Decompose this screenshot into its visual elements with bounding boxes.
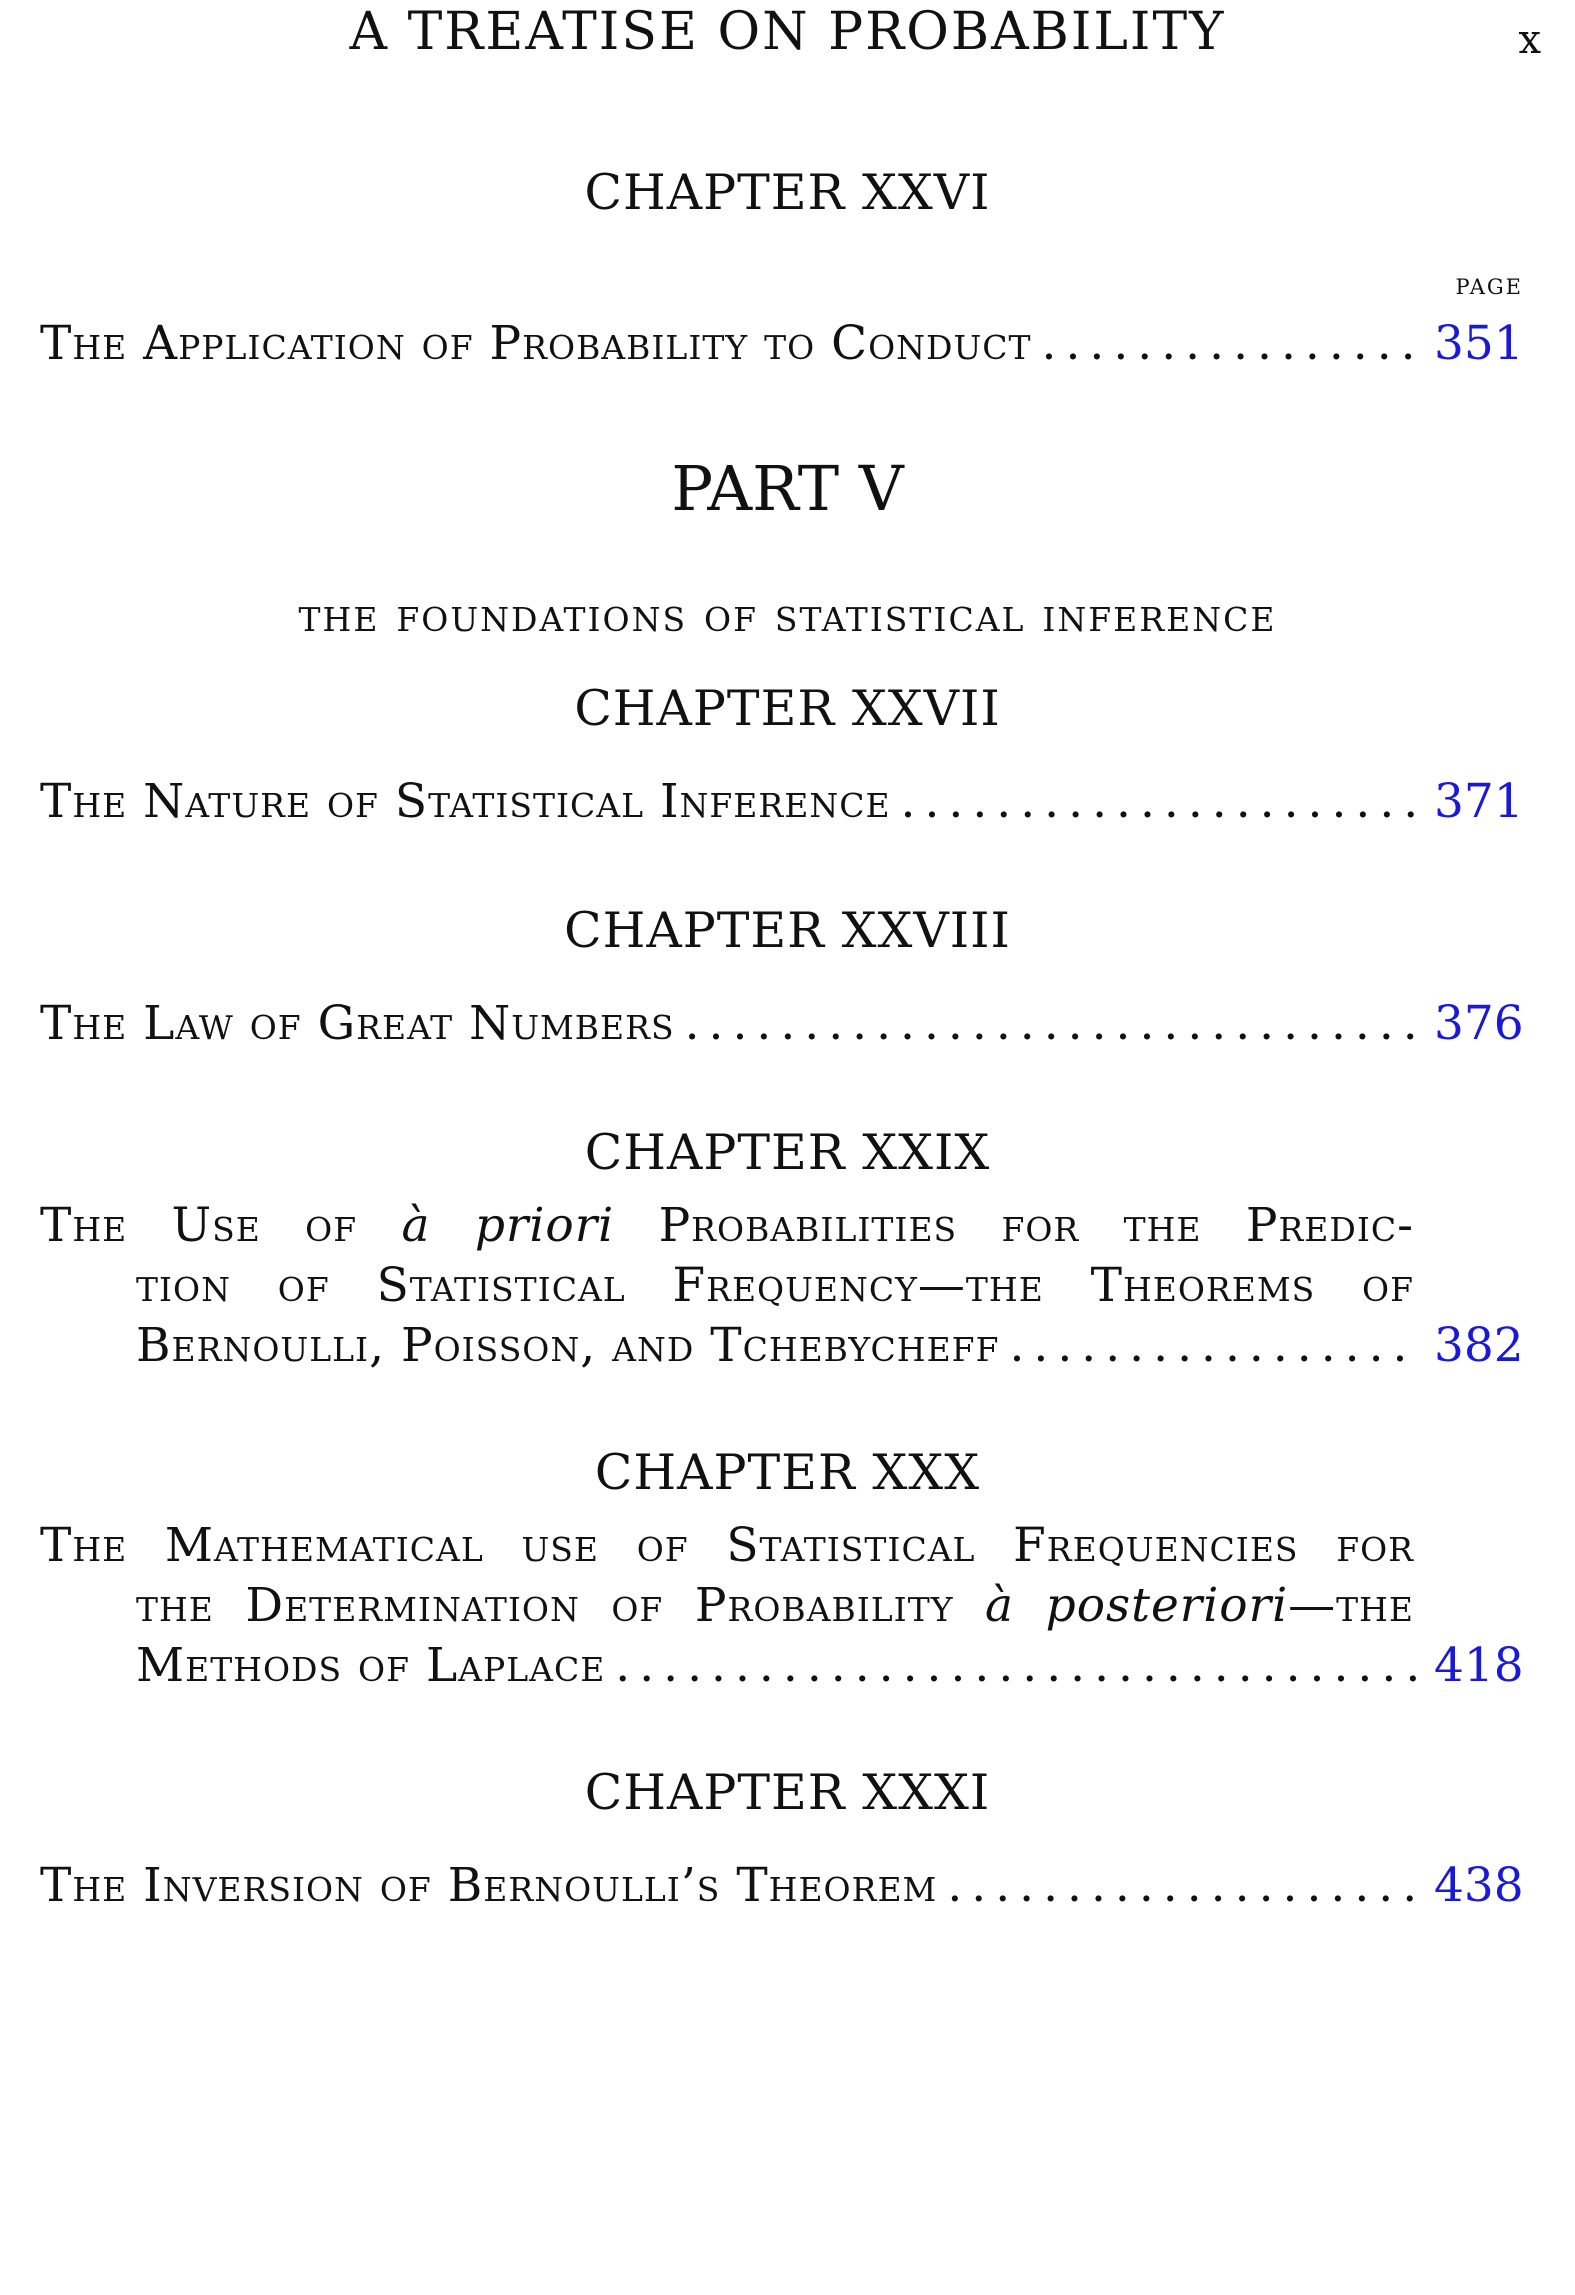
dot-leader — [901, 772, 1416, 832]
chapter-heading: CHAPTER XXVII — [574, 680, 1001, 737]
dot-leader — [685, 994, 1416, 1054]
toc-entry: The Use of à priori Probabilities for th… — [40, 1196, 1524, 1376]
chapter-heading: CHAPTER XXIX — [584, 1124, 991, 1181]
part-heading: PART V — [671, 452, 904, 525]
entry-title-line: The Mathematical use of Statistical Freq… — [40, 1518, 1414, 1573]
page-link[interactable]: 418 — [1434, 1636, 1524, 1696]
entry-text: —the — [1288, 1578, 1414, 1633]
chapter-heading: CHAPTER XXX — [594, 1444, 981, 1501]
page-link[interactable]: 438 — [1434, 1856, 1524, 1916]
page-link[interactable]: 376 — [1434, 994, 1524, 1054]
running-title: A TREATISE ON PROBABILITY — [349, 2, 1226, 62]
entry-title: The Law of Great Numbers — [40, 996, 675, 1051]
toc-entry: The Law of Great Numbers 376 — [40, 994, 1524, 1054]
page-number: x — [1518, 17, 1541, 63]
entry-title-line: the Determination of Probability à poste… — [136, 1576, 1414, 1636]
page-link[interactable]: 382 — [1434, 1316, 1524, 1376]
entry-title: The Application of Probability to Conduc… — [40, 316, 1032, 371]
entry-italic-text: à priori — [401, 1198, 615, 1253]
chapter-heading: CHAPTER XXVIII — [564, 902, 1011, 959]
page-column-label: PAGE — [1455, 267, 1523, 302]
dot-leader — [615, 1636, 1416, 1696]
entry-title-line: tion of Statistical Frequency—the Theore… — [136, 1258, 1414, 1313]
dot-leader — [947, 1856, 1416, 1916]
toc-entry: The Application of Probability to Conduc… — [40, 314, 1524, 374]
entry-text: The Use of — [40, 1198, 358, 1253]
entry-title-line: Methods of Laplace — [136, 1638, 606, 1693]
toc-entry: The Mathematical use of Statistical Freq… — [40, 1516, 1524, 1696]
dot-leader — [1009, 1316, 1416, 1376]
entry-title: The Nature of Statistical Inference — [40, 774, 891, 829]
part-subtitle: THE FOUNDATIONS OF STATISTICAL INFERENCE — [298, 588, 1277, 643]
page-link[interactable]: 371 — [1434, 772, 1524, 832]
entry-text: Probabilities for the Predic- — [658, 1198, 1414, 1253]
entry-title: The Inversion of Bernoulli’s Theorem — [40, 1858, 938, 1913]
page-link[interactable]: 351 — [1434, 314, 1524, 374]
entry-text: the Determination of Probability — [136, 1578, 954, 1633]
entry-title-line: The Use of à priori Probabilities for th… — [40, 1196, 1414, 1256]
entry-italic-text: à posteriori — [985, 1578, 1289, 1633]
toc-entry: The Nature of Statistical Inference 371 — [40, 772, 1524, 832]
entry-title-line: Bernoulli, Poisson, and Tchebycheff — [136, 1318, 1000, 1373]
dot-leader — [1042, 314, 1416, 374]
chapter-heading: CHAPTER XXXI — [584, 1764, 991, 1821]
toc-entry: The Inversion of Bernoulli’s Theorem 438 — [40, 1856, 1524, 1916]
chapter-heading: CHAPTER XXVI — [584, 164, 991, 221]
